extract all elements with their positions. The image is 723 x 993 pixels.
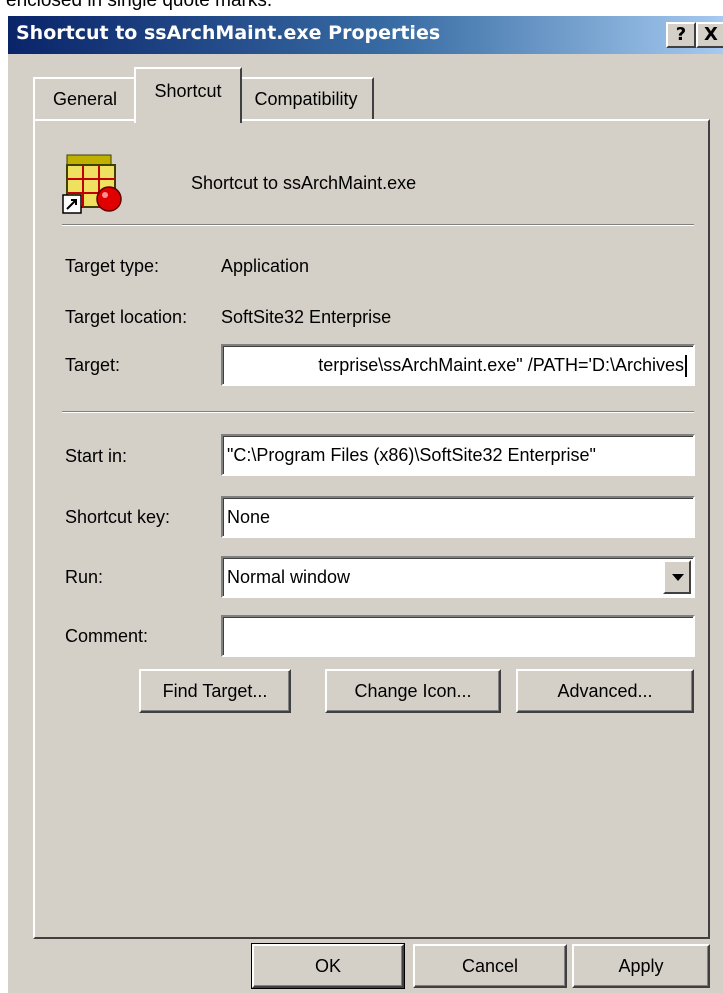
tab-shortcut-label: Shortcut	[154, 81, 222, 101]
tab-general[interactable]: General	[33, 77, 137, 121]
ok-button[interactable]: OK	[251, 943, 405, 989]
start-in-input[interactable]: "C:\Program Files (x86)\SoftSite32 Enter…	[221, 434, 695, 476]
target-type-value: Application	[221, 256, 310, 276]
title-bar[interactable]: Shortcut to ssArchMaint.exe Properties ?…	[8, 16, 723, 54]
advanced-button[interactable]: Advanced...	[516, 669, 694, 713]
separator	[62, 224, 694, 226]
target-input[interactable]: terprise\ssArchMaint.exe" /PATH='D:\Arch…	[221, 344, 695, 386]
close-button[interactable]: X	[696, 22, 723, 48]
target-location-value: SoftSite32 Enterprise	[221, 307, 392, 327]
chevron-down-icon[interactable]	[663, 560, 691, 594]
target-location-label: Target location:	[65, 307, 188, 327]
cancel-button[interactable]: Cancel	[413, 944, 567, 988]
tab-shortcut[interactable]: Shortcut	[134, 67, 242, 123]
change-icon-button[interactable]: Change Icon...	[325, 669, 501, 713]
shortcut-name: Shortcut to ssArchMaint.exe	[191, 173, 417, 193]
target-label: Target:	[65, 355, 121, 375]
shortcut-key-input[interactable]: None	[221, 496, 695, 538]
run-dropdown[interactable]: Normal window	[221, 556, 695, 598]
tab-compatibility[interactable]: Compatibility	[238, 77, 374, 121]
target-type-label: Target type:	[65, 256, 160, 276]
tab-general-label: General	[52, 89, 118, 109]
run-dropdown-value: Normal window	[227, 567, 351, 587]
text-caret	[685, 355, 687, 378]
start-in-label: Start in:	[65, 446, 128, 466]
shortcut-key-label: Shortcut key:	[65, 507, 171, 527]
application-shortcut-icon	[62, 154, 122, 214]
run-label: Run:	[65, 567, 104, 587]
find-target-button[interactable]: Find Target...	[139, 669, 291, 713]
tab-compatibility-label: Compatibility	[254, 89, 358, 109]
apply-button[interactable]: Apply	[572, 944, 710, 988]
window-title: Shortcut to ssArchMaint.exe Properties	[16, 22, 441, 44]
comment-label: Comment:	[65, 626, 149, 646]
shortcut-tab-panel: Shortcut to ssArchMaint.exe Target type:…	[33, 119, 710, 939]
target-input-text: terprise\ssArchMaint.exe" /PATH='D:\Arch…	[318, 355, 684, 375]
document-caption-fragment: enclosed in single quote marks.	[6, 0, 273, 11]
separator	[62, 411, 694, 413]
help-button[interactable]: ?	[666, 22, 696, 48]
comment-input[interactable]	[221, 615, 695, 657]
properties-dialog: Shortcut to ssArchMaint.exe Properties ?…	[6, 14, 723, 993]
